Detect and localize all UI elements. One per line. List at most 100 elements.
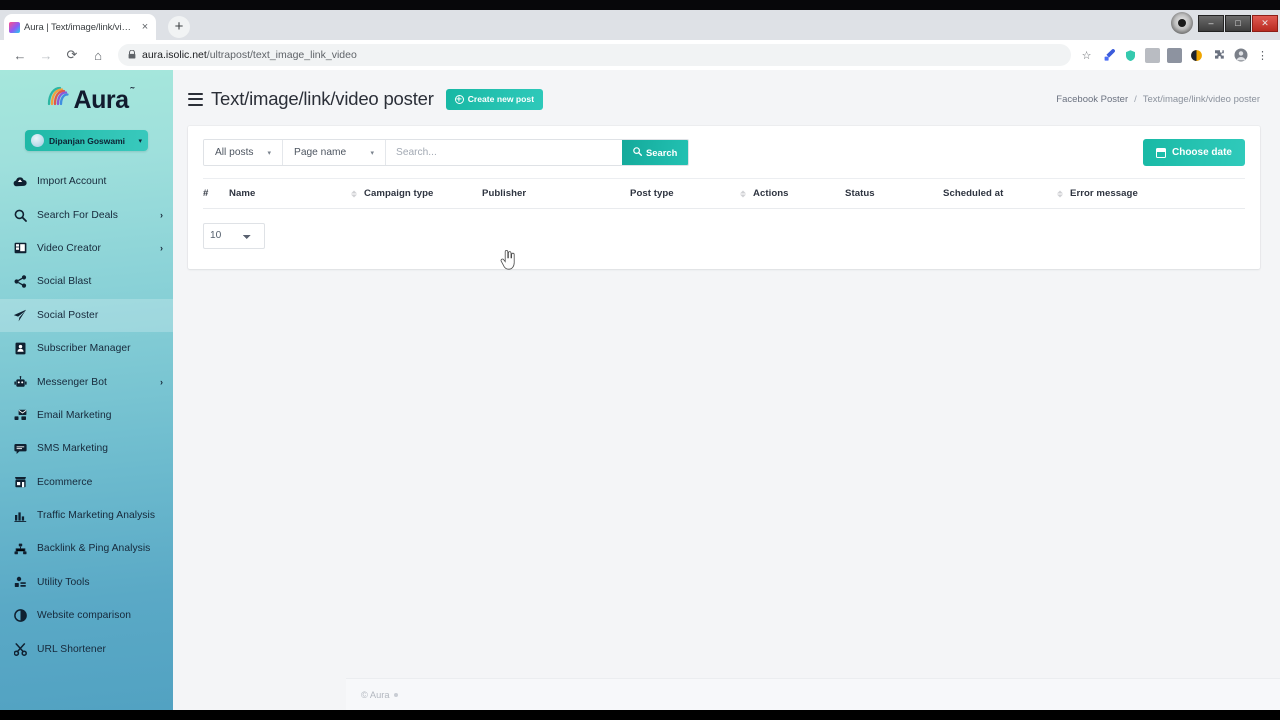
paper-plane-icon — [13, 309, 27, 322]
sidebar-item-website-comparison[interactable]: Website comparison — [0, 599, 173, 632]
mail-network-icon — [13, 409, 27, 421]
screen-bottom-strip — [0, 710, 1280, 720]
bookmark-star-icon[interactable]: ☆ — [1079, 48, 1094, 63]
column-header-index[interactable]: # — [203, 178, 229, 209]
page-length-select[interactable]: 102550100 — [203, 222, 265, 249]
window-minimize-button[interactable]: – — [1198, 14, 1224, 32]
sidebar-item-label: Import Account — [37, 176, 107, 188]
forward-icon[interactable]: → — [34, 43, 58, 67]
posts-table-head: # Name Campaign type Publisher Post type… — [203, 178, 1245, 209]
browser-extension-icons: ☆ ⋮ — [1079, 47, 1272, 63]
page-viewport: Aura˜ Dipanjan Goswami ▾ Import Account — [0, 70, 1280, 710]
choose-date-button[interactable]: Choose date — [1142, 139, 1245, 166]
sidebar-item-utility-tools[interactable]: Utility Tools — [0, 566, 173, 599]
column-header-campaign-type[interactable]: Campaign type — [364, 178, 482, 209]
url-domain: aura.isolic.net — [142, 49, 207, 61]
tools-icon — [13, 576, 27, 588]
battery-extension-icon[interactable] — [1167, 47, 1182, 63]
posts-card: All posts ▾ Page name ▾ Search... Search… — [188, 126, 1260, 269]
sidebar-item-label: Traffic Marketing Analysis — [37, 510, 156, 522]
avatar — [31, 134, 44, 147]
breadcrumb-parent-link[interactable]: Facebook Poster — [1056, 94, 1128, 105]
sidebar-item-label: Email Marketing — [37, 409, 112, 421]
sidebar-item-video-creator[interactable]: Video Creator › — [0, 232, 173, 265]
sitemap-icon — [13, 543, 27, 555]
column-header-actions[interactable]: Actions — [753, 178, 845, 209]
sidebar-item-label: Search For Deals — [37, 209, 118, 221]
sidebar-item-url-shortener[interactable]: URL Shortener — [0, 632, 173, 665]
eyedropper-extension-icon[interactable] — [1101, 48, 1116, 63]
sidebar-item-ecommerce[interactable]: Ecommerce — [0, 466, 173, 499]
column-header-error-message[interactable]: Error message — [1070, 178, 1245, 209]
sidebar-item-label: URL Shortener — [37, 643, 106, 655]
address-bar[interactable]: aura.isolic.net/ultrapost/text_image_lin… — [118, 44, 1071, 66]
sidebar-item-email-marketing[interactable]: Email Marketing — [0, 399, 173, 432]
moon-extension-icon[interactable] — [1189, 48, 1204, 63]
magnifier-icon — [13, 209, 27, 222]
sidebar-item-import-account[interactable]: Import Account — [0, 165, 173, 198]
id-card-icon — [13, 342, 27, 355]
back-icon[interactable]: ← — [8, 43, 32, 67]
footer-copyright: © Aura — [361, 690, 398, 700]
new-tab-button[interactable]: + — [168, 16, 190, 38]
user-menu-button[interactable]: Dipanjan Goswami ▾ — [25, 130, 148, 151]
sidebar-item-traffic-marketing-analysis[interactable]: Traffic Marketing Analysis — [0, 499, 173, 532]
column-header-post-type[interactable]: Post type — [630, 178, 753, 209]
share-nodes-icon — [13, 275, 27, 289]
column-header-status[interactable]: Status — [845, 178, 943, 209]
browser-window: – □ ✕ Aura | Text/image/link/video po: ×… — [0, 10, 1280, 710]
aura-favicon-icon — [9, 21, 20, 33]
chat-bubble-icon — [13, 443, 27, 455]
sidebar-item-label: Social Blast — [37, 276, 92, 288]
profile-avatar-icon[interactable] — [1233, 48, 1248, 63]
keyboard-extension-icon[interactable] — [1145, 47, 1160, 63]
pagination-row: 102550100 — [203, 222, 1245, 249]
sidebar-item-social-blast[interactable]: Social Blast — [0, 265, 173, 298]
sidebar-item-label: Website comparison — [37, 610, 131, 622]
column-header-scheduled-at[interactable]: Scheduled at — [943, 178, 1070, 209]
sidebar-item-label: Backlink & Ping Analysis — [37, 543, 151, 555]
sidebar-item-sms-marketing[interactable]: SMS Marketing — [0, 432, 173, 465]
sidebar-item-subscriber-manager[interactable]: Subscriber Manager — [0, 332, 173, 365]
breadcrumb-separator: / — [1134, 93, 1137, 105]
column-header-publisher[interactable]: Publisher — [482, 178, 630, 209]
create-new-post-button[interactable]: Create new post — [445, 88, 544, 110]
breadcrumb-current: Text/image/link/video poster — [1142, 93, 1260, 105]
search-button[interactable]: Search — [622, 140, 689, 165]
brand-logo[interactable]: Aura ˜ — [0, 70, 173, 116]
page-name-filter-label: Page name — [294, 147, 347, 158]
grammarly-extension-icon[interactable] — [1123, 48, 1138, 63]
search-input[interactable] — [386, 140, 623, 165]
column-header-name[interactable]: Name — [229, 178, 364, 209]
puzzle-extensions-icon[interactable] — [1211, 48, 1226, 63]
tab-close-icon[interactable]: × — [139, 21, 151, 33]
sidebar-item-messenger-bot[interactable]: Messenger Bot › — [0, 365, 173, 398]
sidebar-item-label: Video Creator — [37, 242, 101, 254]
plus-circle-icon — [454, 94, 464, 104]
browser-menu-icon[interactable]: ⋮ — [1255, 48, 1270, 63]
tab-title: Aura | Text/image/link/video po: — [24, 21, 135, 33]
sidebar-item-label: Messenger Bot — [37, 376, 107, 388]
sidebar-item-search-for-deals[interactable]: Search For Deals › — [0, 198, 173, 231]
robot-icon — [13, 375, 27, 389]
browser-tab-active[interactable]: Aura | Text/image/link/video po: × — [4, 14, 156, 40]
window-close-button[interactable]: ✕ — [1252, 14, 1278, 32]
cloud-upload-icon — [13, 176, 27, 188]
reload-icon[interactable]: ⟳ — [60, 43, 84, 67]
sort-arrows-icon — [740, 190, 746, 197]
bar-chart-icon — [13, 510, 27, 522]
sidebar-item-label: Social Poster — [37, 309, 99, 321]
table-header-row: # Name Campaign type Publisher Post type… — [203, 178, 1245, 209]
all-posts-filter-dropdown[interactable]: All posts ▾ — [204, 140, 284, 165]
sidebar-item-social-poster[interactable]: Social Poster — [0, 298, 173, 332]
chevron-down-icon: ▾ — [267, 149, 272, 157]
search-icon — [633, 147, 643, 158]
window-maximize-button[interactable]: □ — [1225, 14, 1251, 32]
page-name-filter-dropdown[interactable]: Page name ▾ — [283, 140, 387, 165]
chevron-down-icon: ▾ — [370, 149, 375, 157]
choose-date-label: Choose date — [1171, 147, 1232, 158]
store-icon — [13, 476, 27, 488]
sidebar-item-backlink-ping-analysis[interactable]: Backlink & Ping Analysis — [0, 532, 173, 565]
home-icon[interactable]: ⌂ — [86, 43, 110, 67]
all-posts-filter-label: All posts — [215, 147, 254, 158]
